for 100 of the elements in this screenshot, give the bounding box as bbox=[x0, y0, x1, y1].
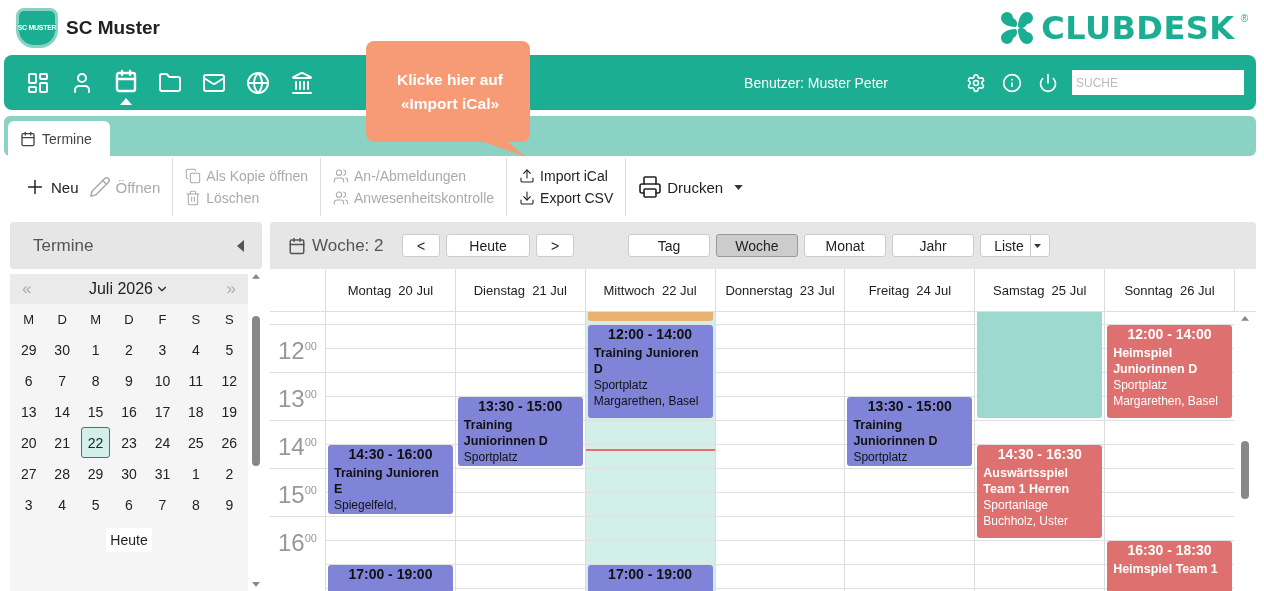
tab[interactable]: Termine bbox=[8, 121, 110, 156]
scroll-up-icon[interactable] bbox=[1241, 316, 1249, 321]
calendar-day[interactable]: 15 bbox=[80, 396, 111, 427]
info-icon[interactable] bbox=[1002, 72, 1022, 93]
calendar-event[interactable]: 17:00 - 19:00 bbox=[587, 565, 713, 591]
calendar-day[interactable]: 3 bbox=[147, 334, 178, 365]
calendar-day[interactable]: 28 bbox=[47, 458, 77, 489]
calendar-day[interactable]: 17 bbox=[147, 396, 178, 427]
people-icon bbox=[333, 190, 349, 206]
calendar-day[interactable]: 26 bbox=[214, 427, 244, 458]
calendar-day[interactable]: 9 bbox=[114, 365, 144, 396]
toolbar-button[interactable]: Drucken bbox=[638, 175, 744, 199]
calendar-day[interactable]: 16 bbox=[114, 396, 144, 427]
weekday-label: D bbox=[56, 310, 68, 329]
settings-icon[interactable] bbox=[966, 72, 986, 93]
event-location: Sportanlage Buchholz, Uster bbox=[983, 497, 1069, 529]
calendar-day[interactable]: 25 bbox=[181, 427, 211, 458]
view-button[interactable]: Woche bbox=[716, 234, 798, 257]
weekday-label: S bbox=[223, 310, 235, 329]
calendar-day[interactable]: 3 bbox=[14, 489, 44, 520]
calendar-day[interactable]: 29 bbox=[80, 458, 111, 489]
nav-button[interactable]: > bbox=[536, 234, 574, 257]
event-time: 14:30 - 16:30 bbox=[996, 446, 1083, 462]
scrollbar-thumb[interactable] bbox=[1241, 440, 1249, 499]
caret-icon[interactable] bbox=[734, 184, 744, 190]
weekday-label: M bbox=[22, 310, 36, 329]
calendar-day[interactable]: 20 bbox=[14, 427, 44, 458]
power-icon[interactable] bbox=[1038, 72, 1058, 93]
event-time: 17:00 - 19:00 bbox=[347, 566, 434, 582]
download-icon bbox=[519, 190, 536, 206]
dropdown-toggle[interactable] bbox=[1029, 235, 1044, 256]
calendar-event[interactable]: 13:30 - 15:00 Training Juniorinnen D Sportplatz bbox=[847, 397, 973, 466]
calendar-day[interactable]: 4 bbox=[47, 489, 77, 520]
event-time: 17:00 - 19:00 bbox=[607, 566, 694, 582]
club-name: SC Muster bbox=[66, 16, 160, 39]
calendar-day[interactable]: 13 bbox=[14, 396, 44, 427]
calendar-day[interactable]: 30 bbox=[47, 334, 77, 365]
toolbar-button[interactable]: Export CSV bbox=[519, 190, 614, 206]
view-button[interactable]: Monat bbox=[804, 234, 886, 257]
calendar-day[interactable]: 1 bbox=[181, 458, 211, 489]
calendar-day[interactable]: 9 bbox=[214, 489, 244, 520]
calendar-day[interactable]: 8 bbox=[80, 365, 111, 396]
nav-button[interactable]: Heute bbox=[446, 234, 530, 257]
scroll-up-icon[interactable] bbox=[252, 274, 260, 279]
toolbar-button[interactable]: Import iCal bbox=[519, 168, 608, 184]
calendar-day[interactable]: 11 bbox=[181, 365, 211, 396]
nav-button[interactable]: < bbox=[402, 234, 440, 257]
calendar-day[interactable]: 4 bbox=[181, 334, 211, 365]
calendar-event[interactable]: 14:30 - 16:00 Training Junioren E Spiegelfeld, bbox=[328, 445, 453, 514]
calendar-day[interactable]: 5 bbox=[214, 334, 244, 365]
today-button[interactable]: Heute bbox=[106, 528, 152, 552]
event-title: Training Juniorinnen D bbox=[853, 417, 939, 449]
calendar-day[interactable]: 14 bbox=[47, 396, 77, 427]
event-title: Heimspiel Team 1 bbox=[1113, 561, 1219, 577]
calendar-icon bbox=[20, 130, 36, 147]
calendar-day[interactable]: 2 bbox=[214, 458, 244, 489]
calendar-event[interactable]: 17:00 - 19:00 bbox=[328, 565, 453, 591]
calendar-day[interactable]: 12 bbox=[214, 365, 244, 396]
printer-icon bbox=[638, 175, 663, 199]
week-title: Woche: 2 bbox=[312, 235, 385, 256]
calendar-day[interactable]: 6 bbox=[114, 489, 144, 520]
calendar-day[interactable]: 27 bbox=[14, 458, 44, 489]
calendar-day[interactable]: 30 bbox=[114, 458, 144, 489]
calendar-day[interactable]: 23 bbox=[114, 427, 144, 458]
calendar-event[interactable]: 12:00 - 14:00 Training Junioren D Sportplatz Margarethen, Basel bbox=[587, 325, 713, 418]
weekday-label: S bbox=[190, 310, 202, 329]
calendar-day[interactable]: 19 bbox=[214, 396, 244, 427]
calendar-day[interactable]: 2 bbox=[114, 334, 144, 365]
brand-name: CLUBDESK bbox=[1041, 8, 1235, 47]
sidebar-title: Termine bbox=[33, 235, 94, 256]
calendar-day[interactable]: 7 bbox=[147, 489, 178, 520]
view-button[interactable]: Tag bbox=[628, 234, 710, 257]
caret-icon bbox=[1033, 243, 1041, 248]
registered-mark: ® bbox=[1240, 12, 1248, 24]
scroll-down-icon[interactable] bbox=[252, 582, 260, 587]
scrollbar-thumb[interactable] bbox=[252, 315, 260, 466]
calendar-day[interactable]: 6 bbox=[14, 365, 44, 396]
weekday-label: D bbox=[123, 310, 135, 329]
view-button[interactable]: Liste bbox=[980, 234, 1050, 257]
search-field[interactable]: SUCHE bbox=[1072, 70, 1244, 95]
collapse-icon[interactable] bbox=[237, 239, 244, 252]
calendar-day[interactable]: 1 bbox=[80, 334, 111, 365]
calendar-day[interactable]: 29 bbox=[14, 334, 44, 365]
view-button[interactable]: Jahr bbox=[892, 234, 974, 257]
calendar-day[interactable]: 5 bbox=[80, 489, 111, 520]
calendar-day[interactable]: 24 bbox=[147, 427, 178, 458]
trash-icon bbox=[185, 190, 202, 206]
calendar-day[interactable]: 8 bbox=[181, 489, 211, 520]
calendar-day[interactable]: 18 bbox=[181, 396, 211, 427]
calendar-day[interactable]: 21 bbox=[47, 427, 77, 458]
day-header: Dienstag 21 Jul bbox=[454, 269, 585, 311]
calendar-day[interactable]: 7 bbox=[47, 365, 77, 396]
toolbar-button[interactable]: Neu bbox=[24, 176, 79, 198]
calendar-day[interactable]: 22 bbox=[80, 427, 111, 458]
calendar-event[interactable]: 13:30 - 15:00 Training Juniorinnen D Sportplatz bbox=[457, 397, 583, 466]
calendar-day[interactable]: 31 bbox=[147, 458, 178, 489]
event-title: Auswärtsspiel Team 1 Herren bbox=[983, 465, 1071, 497]
month-selector[interactable]: Juli 2026 bbox=[88, 280, 169, 298]
calendar-day[interactable]: 10 bbox=[147, 365, 178, 396]
event-location: Sportplatz Margarethen, Basel bbox=[1113, 377, 1219, 409]
